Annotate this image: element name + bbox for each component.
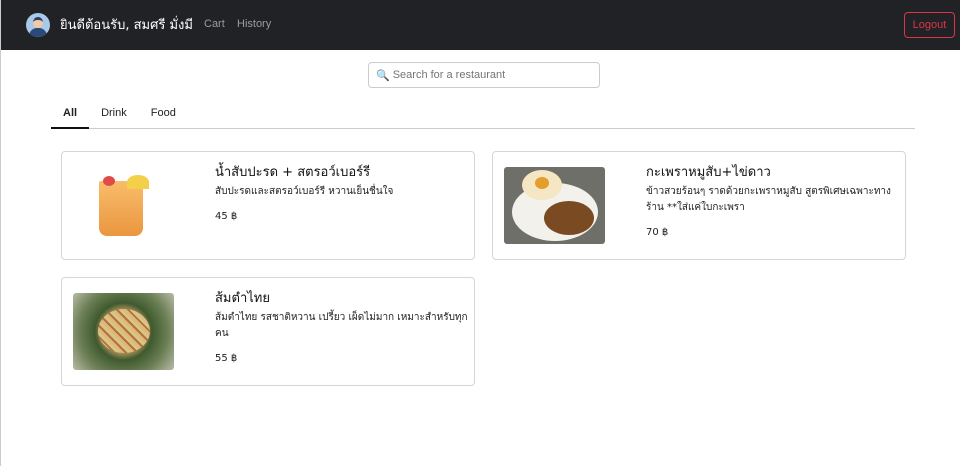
food-image: [504, 167, 605, 244]
item-price: 70 ฿: [646, 227, 669, 238]
user-avatar: [26, 13, 50, 37]
search-icon: 🔍: [376, 68, 390, 82]
item-name: น้ำสับปะรด + สตรอว์เบอร์รี: [215, 165, 371, 180]
item-description: ข้าวสวยร้อนๆ ราดด้วยกะเพราหมูสับ สูตรพิเ…: [646, 186, 891, 213]
item-price: 45 ฿: [215, 211, 238, 222]
item-price: 55 ฿: [215, 353, 238, 364]
food-image: [73, 293, 174, 370]
item-description: ส้มตำไทย รสชาติหวาน เปรี้ยว เผ็ดไม่มาก เ…: [215, 312, 468, 339]
search-box[interactable]: 🔍: [368, 62, 600, 88]
menu-item-card[interactable]: ส้มตำไทย ส้มตำไทย รสชาติหวาน เปรี้ยว เผ็…: [61, 277, 475, 386]
item-name: กะเพราหมูสับ+ไข่ดาว: [646, 165, 771, 180]
tab-food[interactable]: Food: [139, 100, 188, 129]
logout-button[interactable]: Logout: [904, 12, 955, 38]
item-description: สับปะรดและสตรอว์เบอร์รี หวานเย็นชื่นใจ: [215, 186, 394, 197]
welcome-text: ยินดีต้อนรับ, สมศรี มั่งมี: [60, 18, 193, 33]
search-input[interactable]: [392, 69, 593, 81]
drink-image: [73, 167, 174, 244]
navbar: ยินดีต้อนรับ, สมศรี มั่งมี Cart History …: [1, 0, 960, 50]
tab-all[interactable]: All: [51, 100, 90, 129]
category-tabs: All Drink Food: [51, 100, 915, 129]
menu-item-card[interactable]: กะเพราหมูสับ+ไข่ดาว ข้าวสวยร้อนๆ ราดด้วย…: [492, 151, 906, 260]
nav-cart-link[interactable]: Cart: [204, 18, 225, 30]
nav-history-link[interactable]: History: [237, 18, 271, 30]
item-name: ส้มตำไทย: [215, 291, 270, 306]
menu-item-card[interactable]: น้ำสับปะรด + สตรอว์เบอร์รี สับปะรดและสตร…: [61, 151, 475, 260]
tab-drink[interactable]: Drink: [89, 100, 139, 129]
